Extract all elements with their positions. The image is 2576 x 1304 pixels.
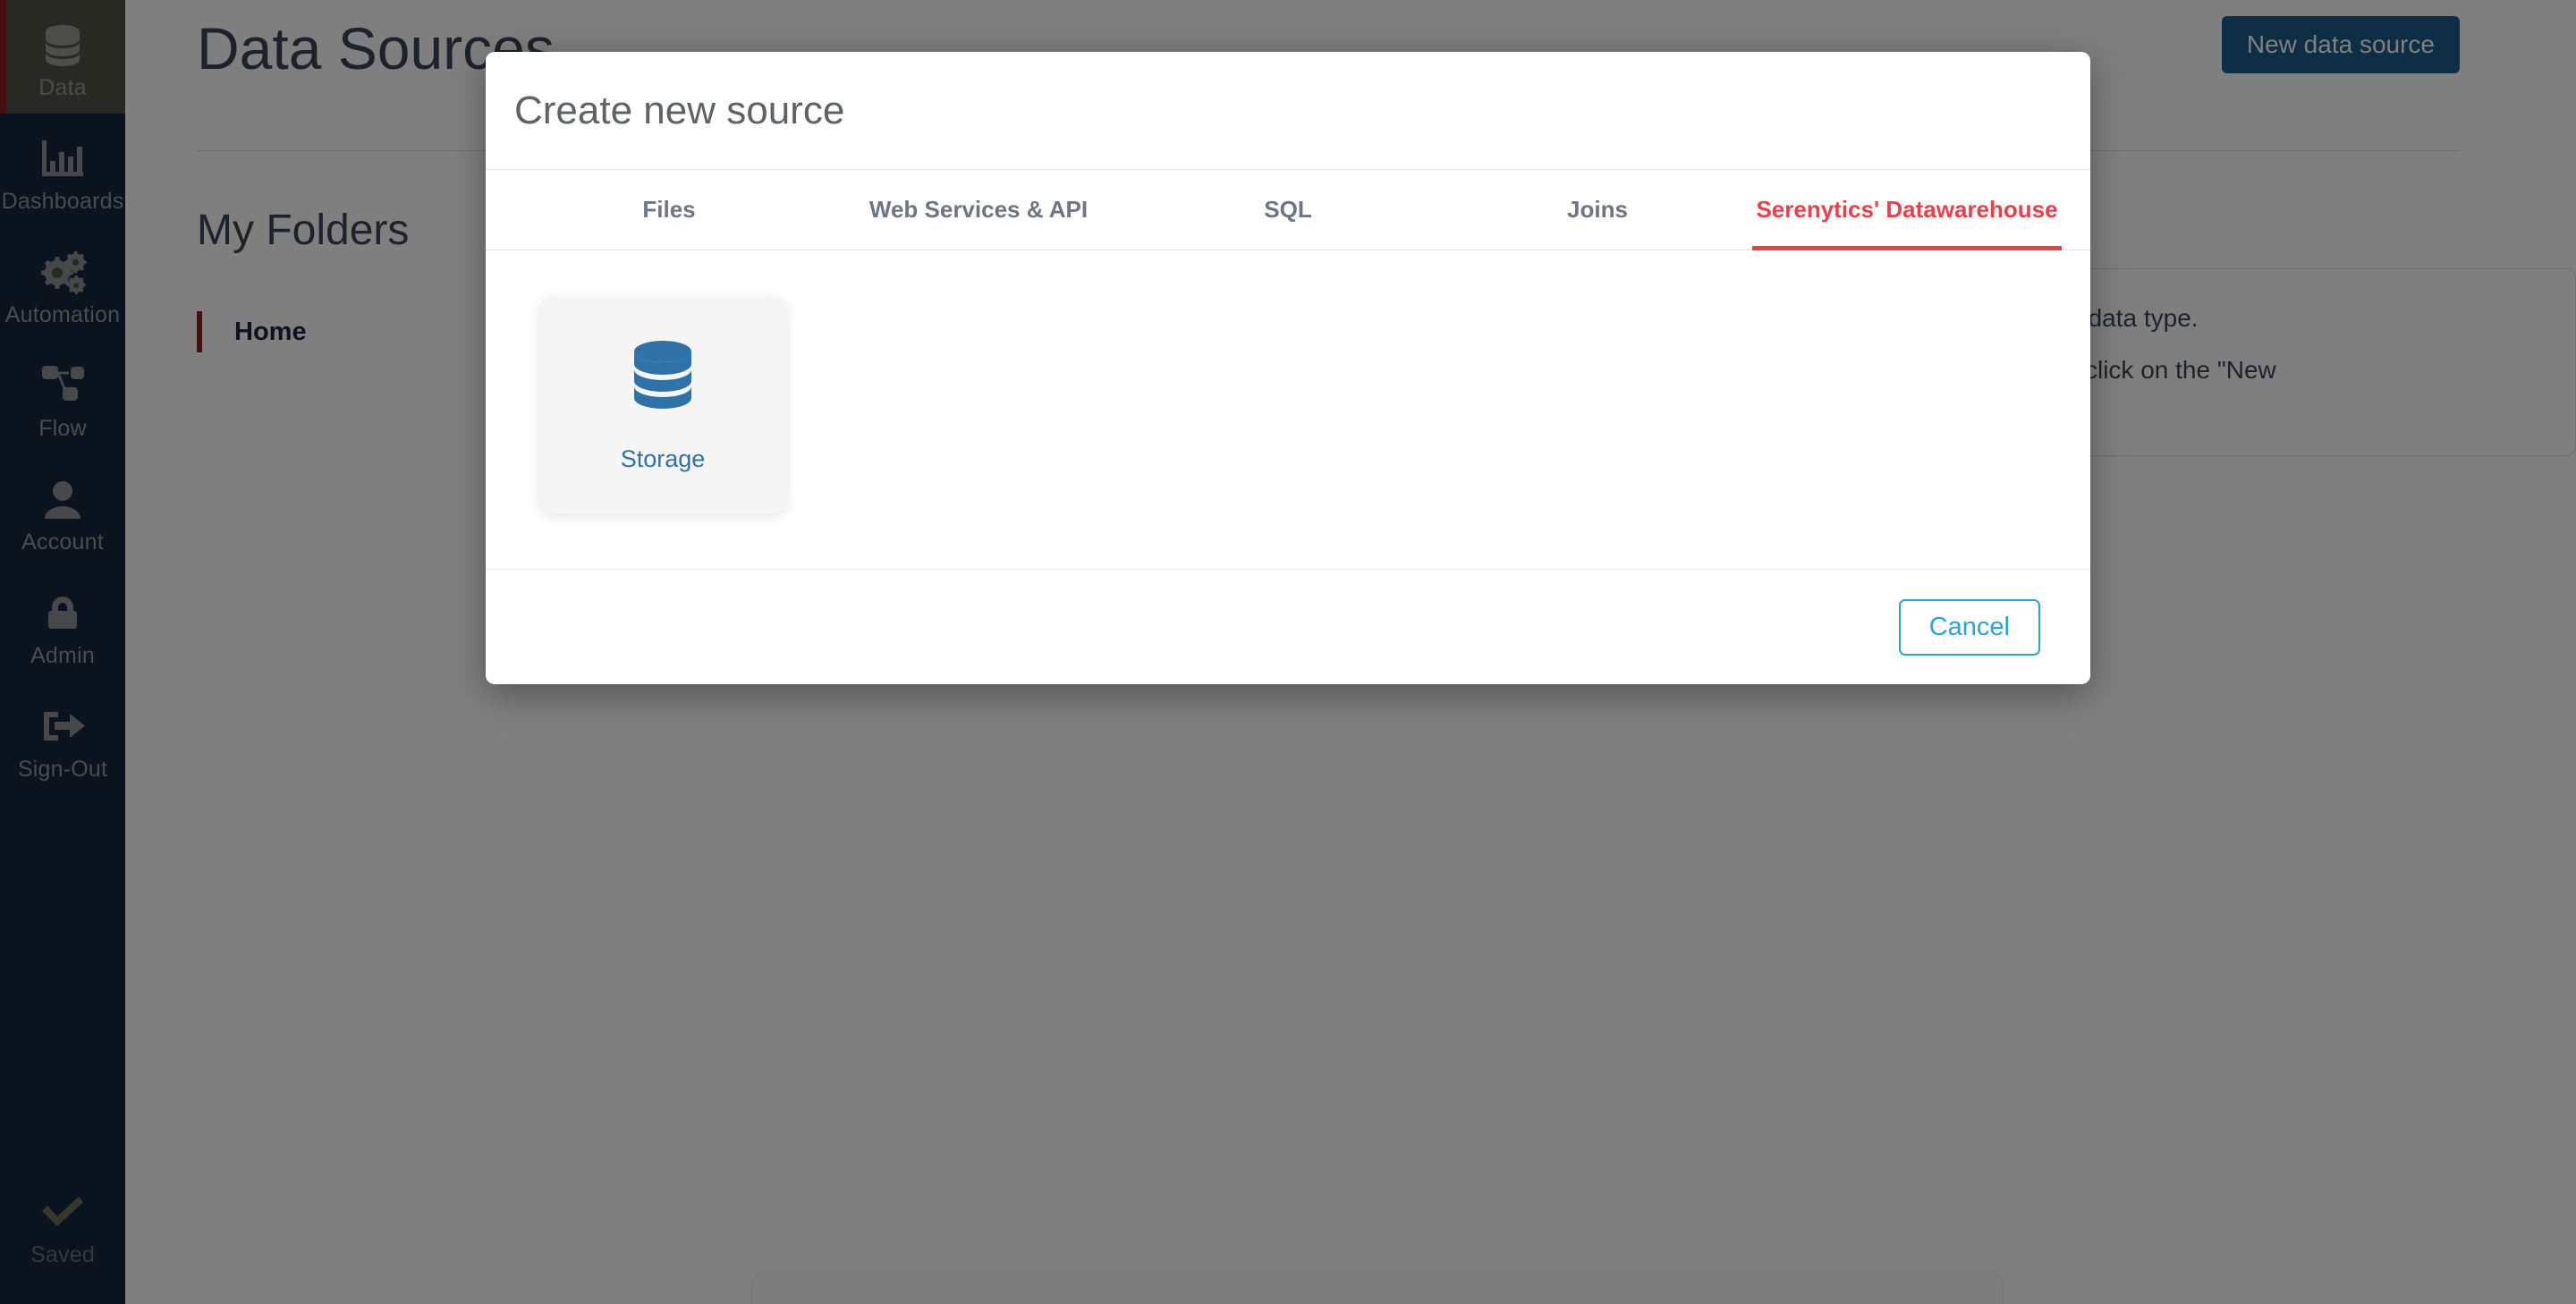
modal-header: Create new source <box>486 52 2090 170</box>
tab-sql[interactable]: SQL <box>1133 170 1443 250</box>
app-root: Data Sources New data source My Folders … <box>0 0 2576 1304</box>
tab-serenytics-datawarehouse[interactable]: Serenytics' Datawarehouse <box>1752 170 2062 250</box>
tab-joins[interactable]: Joins <box>1443 170 1752 250</box>
source-card-label: Storage <box>620 445 706 472</box>
cancel-button[interactable]: Cancel <box>1898 598 2040 656</box>
modal-tabs: Files Web Services & API SQL Joins Seren… <box>486 170 2090 250</box>
modal-body: Storage <box>486 250 2090 570</box>
database-icon <box>626 338 699 415</box>
source-card-storage[interactable]: Storage <box>539 297 786 513</box>
modal-footer: Cancel <box>486 570 2090 684</box>
create-new-source-modal: Create new source Files Web Services & A… <box>486 52 2090 684</box>
modal-title: Create new source <box>514 88 845 132</box>
tab-web-services-api[interactable]: Web Services & API <box>824 170 1133 250</box>
tab-files[interactable]: Files <box>514 170 824 250</box>
